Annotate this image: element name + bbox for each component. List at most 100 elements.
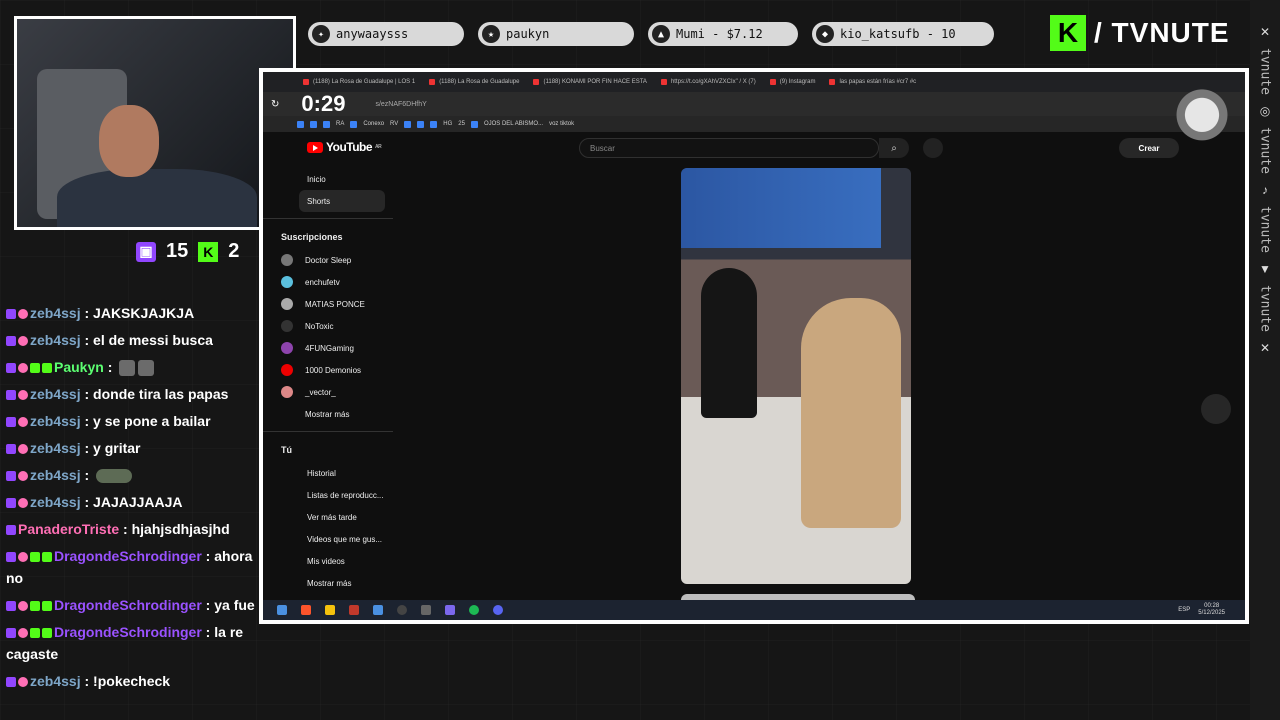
heart-badge-icon xyxy=(18,601,28,612)
bookmark[interactable]: voz tiktok xyxy=(549,121,574,127)
browser-tab[interactable]: (1188) KONAMI POR FIN HACE ESTA xyxy=(533,79,647,85)
bookmark-icon[interactable] xyxy=(404,120,412,128)
subscription-item[interactable]: _vector_ xyxy=(263,381,393,403)
bookmark[interactable]: HG xyxy=(443,121,452,127)
language-indicator[interactable]: ESP xyxy=(1178,607,1190,613)
twitch-badge-icon xyxy=(6,601,16,612)
chat-message: PanaderoTriste : hjahjsdhjasjhd xyxy=(6,516,256,543)
chat-username[interactable]: zeb4ssj xyxy=(30,386,81,402)
bookmark-icon[interactable] xyxy=(323,120,330,128)
bookmark[interactable]: RA xyxy=(336,121,344,127)
stream-overlay: ✦ anywaaysss ★ paukyn ▲ Mumi - $7.12 ◆ kio_k… xyxy=(0,0,1280,720)
folder-icon[interactable] xyxy=(325,605,335,615)
search-icon[interactable]: ⌕ xyxy=(879,138,909,158)
clock[interactable]: 00:28 5/12/2025 xyxy=(1198,603,1225,617)
subscription-item[interactable]: MATIAS PONCE xyxy=(263,293,393,315)
twitch-badge-icon xyxy=(6,498,16,509)
nav-my-videos[interactable]: Mis videos xyxy=(263,550,393,572)
twitch-badge-icon xyxy=(6,336,16,347)
subscription-item[interactable]: 4FUNGaming xyxy=(263,337,393,359)
nav-shorts[interactable]: Shorts xyxy=(299,190,385,212)
chat-username[interactable]: zeb4ssj xyxy=(30,413,81,429)
chat-username[interactable]: DragondeSchrodinger xyxy=(54,597,202,613)
nav-playlists[interactable]: Listas de reproducc... xyxy=(263,484,393,506)
show-more-subscriptions[interactable]: Mostrar más xyxy=(263,403,393,425)
bookmark-icon[interactable] xyxy=(297,120,304,128)
twitch-badge-icon xyxy=(6,309,16,320)
spotify-icon[interactable] xyxy=(469,605,479,615)
browser-tab[interactable]: (1188) La Rosa de Guadalupe xyxy=(429,79,519,85)
bookmark-icon[interactable] xyxy=(310,120,317,128)
emote-icon xyxy=(138,360,155,377)
bookmark[interactable]: RV xyxy=(390,121,398,127)
twitch-badge-icon xyxy=(6,525,16,536)
chat-username[interactable]: DragondeSchrodinger xyxy=(54,624,202,640)
discord-icon[interactable] xyxy=(493,605,503,615)
bookmark[interactable]: Conexo xyxy=(363,121,384,127)
reload-icon[interactable]: ↻ xyxy=(271,99,279,110)
nav-home[interactable]: Inicio xyxy=(263,168,393,190)
chat-username[interactable]: zeb4ssj xyxy=(30,494,81,510)
customer xyxy=(801,298,901,528)
subscription-item[interactable]: enchufetv xyxy=(263,271,393,293)
system-tray: ESP 00:28 5/12/2025 xyxy=(1178,603,1245,617)
you-heading[interactable]: Tú xyxy=(263,438,393,462)
sub-badge-icon xyxy=(30,552,40,563)
chat-message: DragondeSchrodinger : ya fue xyxy=(6,592,256,619)
chat-username[interactable]: zeb4ssj xyxy=(30,673,81,689)
browser-tab[interactable]: (9) Instagram xyxy=(769,79,815,85)
chat-message: zeb4ssj : donde tira las papas xyxy=(6,381,256,408)
next-arrow-button[interactable] xyxy=(1201,394,1231,424)
bookmark[interactable]: OJOS DEL ABISMO... xyxy=(484,121,543,127)
chat-username[interactable]: zeb4ssj xyxy=(30,332,81,348)
nav-history[interactable]: Historial xyxy=(263,462,393,484)
browser-tab[interactable]: https://t.co/gXAhVZXCIx" / X (7) xyxy=(660,79,756,85)
event-ticker: ✦ anywaaysss ★ paukyn ▲ Mumi - $7.12 ◆ kio_k… xyxy=(296,16,1018,52)
avatar xyxy=(281,320,293,332)
chat-username[interactable]: Paukyn xyxy=(54,359,104,375)
bookmark-icon[interactable] xyxy=(430,120,438,128)
nav-liked[interactable]: Videos que me gus... xyxy=(263,528,393,550)
chat-message: zeb4ssj : y gritar xyxy=(6,435,256,462)
streamer-body xyxy=(57,169,257,227)
chat-username[interactable]: DragondeSchrodinger xyxy=(54,548,202,564)
brave-icon[interactable] xyxy=(301,605,311,615)
browser-tab[interactable]: (1188) La Rosa de Guadalupe | LOS 1 xyxy=(303,79,415,85)
chat-username[interactable]: PanaderoTriste xyxy=(18,521,119,537)
subscriptions-heading[interactable]: Suscripciones xyxy=(263,225,393,249)
bookmark-icon[interactable] xyxy=(470,120,478,128)
subscription-item[interactable]: 1000 Demonios xyxy=(263,359,393,381)
x-icon: ✕ xyxy=(1259,340,1271,355)
sub-badge-icon xyxy=(30,628,40,639)
app-icon[interactable] xyxy=(445,605,455,615)
nav-show-more[interactable]: Mostrar más xyxy=(263,572,393,594)
search-input[interactable]: Buscar xyxy=(579,138,879,158)
chat-username[interactable]: zeb4ssj xyxy=(30,305,81,321)
url-field[interactable]: s/ezNAF6DHfhY xyxy=(375,101,426,108)
chat-message: DragondeSchrodinger : ahora no xyxy=(6,548,253,586)
ticker-item: ▲ Mumi - $7.12 xyxy=(648,22,798,46)
short-video-player[interactable] xyxy=(681,168,911,584)
obs-icon[interactable] xyxy=(397,605,407,615)
star-icon: ★ xyxy=(482,25,500,43)
chat-username[interactable]: zeb4ssj xyxy=(30,467,81,483)
chat-text: el de messi busca xyxy=(93,332,213,348)
subscription-item[interactable]: Doctor Sleep xyxy=(263,249,393,271)
nav-watch-later[interactable]: Ver más tarde xyxy=(263,506,393,528)
youtube-logo[interactable]: YouTube AR xyxy=(307,140,382,154)
app-icon[interactable] xyxy=(421,605,431,615)
twitch-badge-icon xyxy=(6,444,16,455)
bookmark-icon[interactable] xyxy=(350,120,358,128)
tiktok-icon: ♪ xyxy=(1262,182,1268,197)
app-icon[interactable] xyxy=(373,605,383,615)
browser-tab[interactable]: las papas están frías #cr7 #c xyxy=(829,79,916,85)
bookmark-icon[interactable] xyxy=(417,120,425,128)
mic-icon[interactable] xyxy=(923,138,943,158)
bookmark[interactable]: 25 xyxy=(458,121,465,127)
subscription-item[interactable]: NoToxic xyxy=(263,315,393,337)
ticker-item: ★ paukyn xyxy=(478,22,634,46)
windows-start-icon[interactable] xyxy=(277,605,287,615)
sub-badge-icon xyxy=(42,628,52,639)
chat-username[interactable]: zeb4ssj xyxy=(30,440,81,456)
app-icon[interactable] xyxy=(349,605,359,615)
